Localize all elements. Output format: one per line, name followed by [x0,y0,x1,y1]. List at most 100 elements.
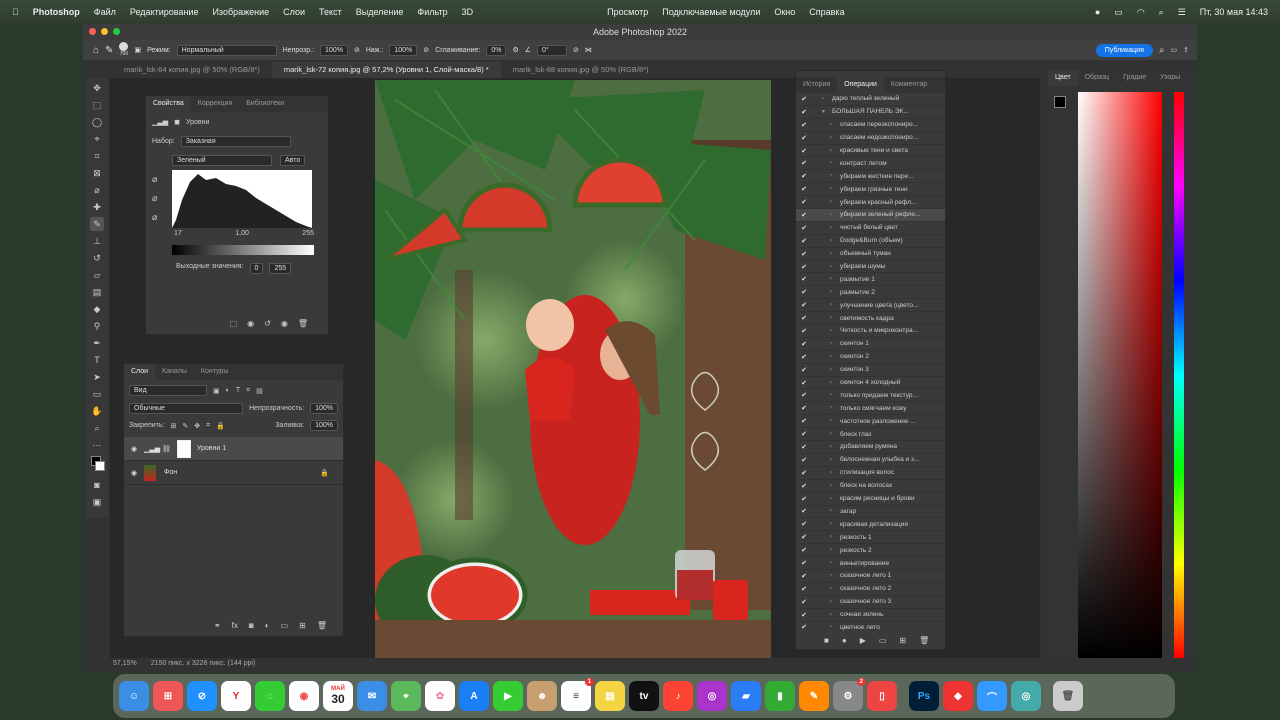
checkmark-icon[interactable]: ✔ [796,623,812,631]
fx-icon[interactable]: fx [232,621,238,630]
action-item[interactable]: ✔ › убираем шумы [796,261,945,274]
chevron-icon[interactable]: › [830,302,840,308]
contacts-icon[interactable]: ☻ [527,681,557,711]
checkmark-icon[interactable]: ✔ [796,456,812,464]
tab-color[interactable]: Цвет [1048,70,1078,86]
screen-mode-icon[interactable]: ▣ [90,495,104,509]
chevron-icon[interactable]: › [830,212,840,218]
action-item[interactable]: ✔ › светимость кадра [796,312,945,326]
output-white[interactable]: 255 [269,263,292,274]
action-item[interactable]: ✔ › сочная зелень [796,609,945,622]
action-item[interactable]: ✔ › скинтон 1 [796,338,945,351]
chevron-icon[interactable]: › [830,122,840,128]
action-item[interactable]: ✔ › объемный туман [796,248,945,261]
iphone-mirroring-icon[interactable]: ▯ [867,681,897,711]
tab-patterns[interactable]: Узоры [1153,70,1187,86]
opacity-input[interactable]: 100% [320,44,348,56]
gray-point-eyedropper-icon[interactable]: ⌀ [152,193,172,204]
zoom-tool-icon[interactable]: ⌕ [90,421,104,435]
action-item[interactable]: ✔ › загар [796,506,945,519]
chevron-icon[interactable]: › [830,599,840,605]
photoshop-icon[interactable]: Ps [909,681,939,711]
action-item[interactable]: ✔ › сказочное лето 3 [796,596,945,609]
smooth-input[interactable]: 0% [486,44,507,56]
checkmark-icon[interactable]: ✔ [796,275,812,283]
path-select-icon[interactable]: ➤ [90,370,104,384]
chevron-icon[interactable]: › [830,367,840,373]
action-item[interactable]: ✔ › спасаем недоэкспониро... [796,132,945,145]
checkmark-icon[interactable]: ✔ [796,533,812,541]
keynote-icon[interactable]: ▰ [731,681,761,711]
layer-thumbnail[interactable] [144,464,156,481]
checkmark-icon[interactable]: ✔ [796,482,812,490]
layer-row-levels[interactable]: ◉ ▁▃▅ ⛓ Уровни 1 [124,437,343,461]
chevron-icon[interactable]: › [830,199,840,205]
finder-icon[interactable]: ☺ [119,681,149,711]
lock-transparent-icon[interactable]: ⊞ [170,422,176,430]
new-group-icon[interactable]: ▭ [281,621,289,630]
document-tab[interactable]: marik_lsk-88 копия.jpg @ 50% (RGB/8*) [501,62,661,78]
tab-gradients[interactable]: Градие [1116,70,1153,86]
tab-properties[interactable]: Свойства [146,96,191,112]
control-center-icon[interactable]: ☰ [1178,7,1186,18]
checkmark-icon[interactable]: ✔ [796,443,812,451]
pressure-size-icon[interactable]: ⊘ [573,46,579,54]
lasso-tool-icon[interactable]: ◯ [90,115,104,129]
apple-tv-icon[interactable]: tv [629,681,659,711]
view-previous-icon[interactable]: ◉ [247,319,254,328]
menu-plugins[interactable]: Подключаемые модули [662,7,760,17]
checkmark-icon[interactable]: ✔ [796,250,812,258]
chevron-icon[interactable]: › [830,496,840,502]
calendar-icon[interactable]: МАЙ 30 [323,681,353,711]
chevron-icon[interactable]: › [830,418,840,424]
chevron-icon[interactable]: › [830,470,840,476]
action-item[interactable]: ✔ › улучшение цвета (цвето... [796,299,945,313]
action-item[interactable]: ✔ › красим ресницы и брови [796,493,945,506]
blend-mode-select[interactable]: Обычные [129,403,244,414]
stamp-tool-icon[interactable]: ⊥ [90,234,104,248]
chrome-icon[interactable]: ◉ [289,681,319,711]
layer-row-background[interactable]: ◉ Фон 🔒 [124,461,343,485]
action-item[interactable]: ✔ › блеск глаз [796,428,945,442]
anydesk-icon[interactable]: ◆ [943,681,973,711]
action-item[interactable]: ✔ › убираем красный рефл... [796,196,945,210]
lock-pixels-icon[interactable]: ✎ [182,422,188,430]
chevron-icon[interactable]: › [830,405,840,411]
wifi-icon[interactable]: ◠ [1137,7,1145,18]
chevron-icon[interactable]: › [830,586,840,592]
chevron-icon[interactable]: › [830,483,840,489]
minimize-window-button[interactable] [101,28,108,35]
eye-icon[interactable]: ◉ [124,469,144,477]
checkmark-icon[interactable]: ✔ [796,237,812,245]
menu-filter[interactable]: Фильтр [417,7,447,17]
quicktime-icon[interactable]: ◎ [1011,681,1041,711]
checkmark-icon[interactable]: ✔ [796,546,812,554]
publish-button[interactable]: Публикация [1095,43,1153,57]
mail-icon[interactable]: ✉ [357,681,387,711]
checkmark-icon[interactable]: ✔ [796,366,812,374]
new-layer-icon[interactable]: ⊞ [299,621,306,630]
share-icon[interactable]: ⇪ [1183,46,1189,54]
chevron-icon[interactable]: › [830,225,840,231]
zoom-level[interactable]: 57,15% [113,660,137,667]
channel-select[interactable]: Зеленый [172,155,272,166]
chevron-icon[interactable]: › [830,612,840,618]
stop-icon[interactable]: ■ [824,636,829,645]
checkmark-icon[interactable]: ✔ [796,224,812,232]
podcasts-icon[interactable]: ◎ [697,681,727,711]
mask-icon[interactable]: ◼ [174,118,180,126]
action-item[interactable]: ✔ › белоснежная улыбка и з... [796,454,945,467]
zoom-window-button[interactable] [113,28,120,35]
tab-layers[interactable]: Слои [124,364,156,380]
search-icon[interactable]: ⌕ [1159,7,1164,18]
safari-icon[interactable]: ⊘ [187,681,217,711]
pressure-input[interactable]: 100% [389,44,418,56]
document-tab-active[interactable]: marik_lsk-72 копия.jpg @ 57,2% (Уровни 1… [271,62,501,78]
menu-help[interactable]: Справка [809,7,844,17]
layer-name[interactable]: Фон [164,469,177,476]
play-icon[interactable]: ▶ [860,636,866,645]
music-icon[interactable]: ♪ [663,681,693,711]
pages-icon[interactable]: ✎ [799,681,829,711]
visibility-icon[interactable]: ◉ [281,319,288,328]
color-swatch[interactable] [90,455,105,475]
